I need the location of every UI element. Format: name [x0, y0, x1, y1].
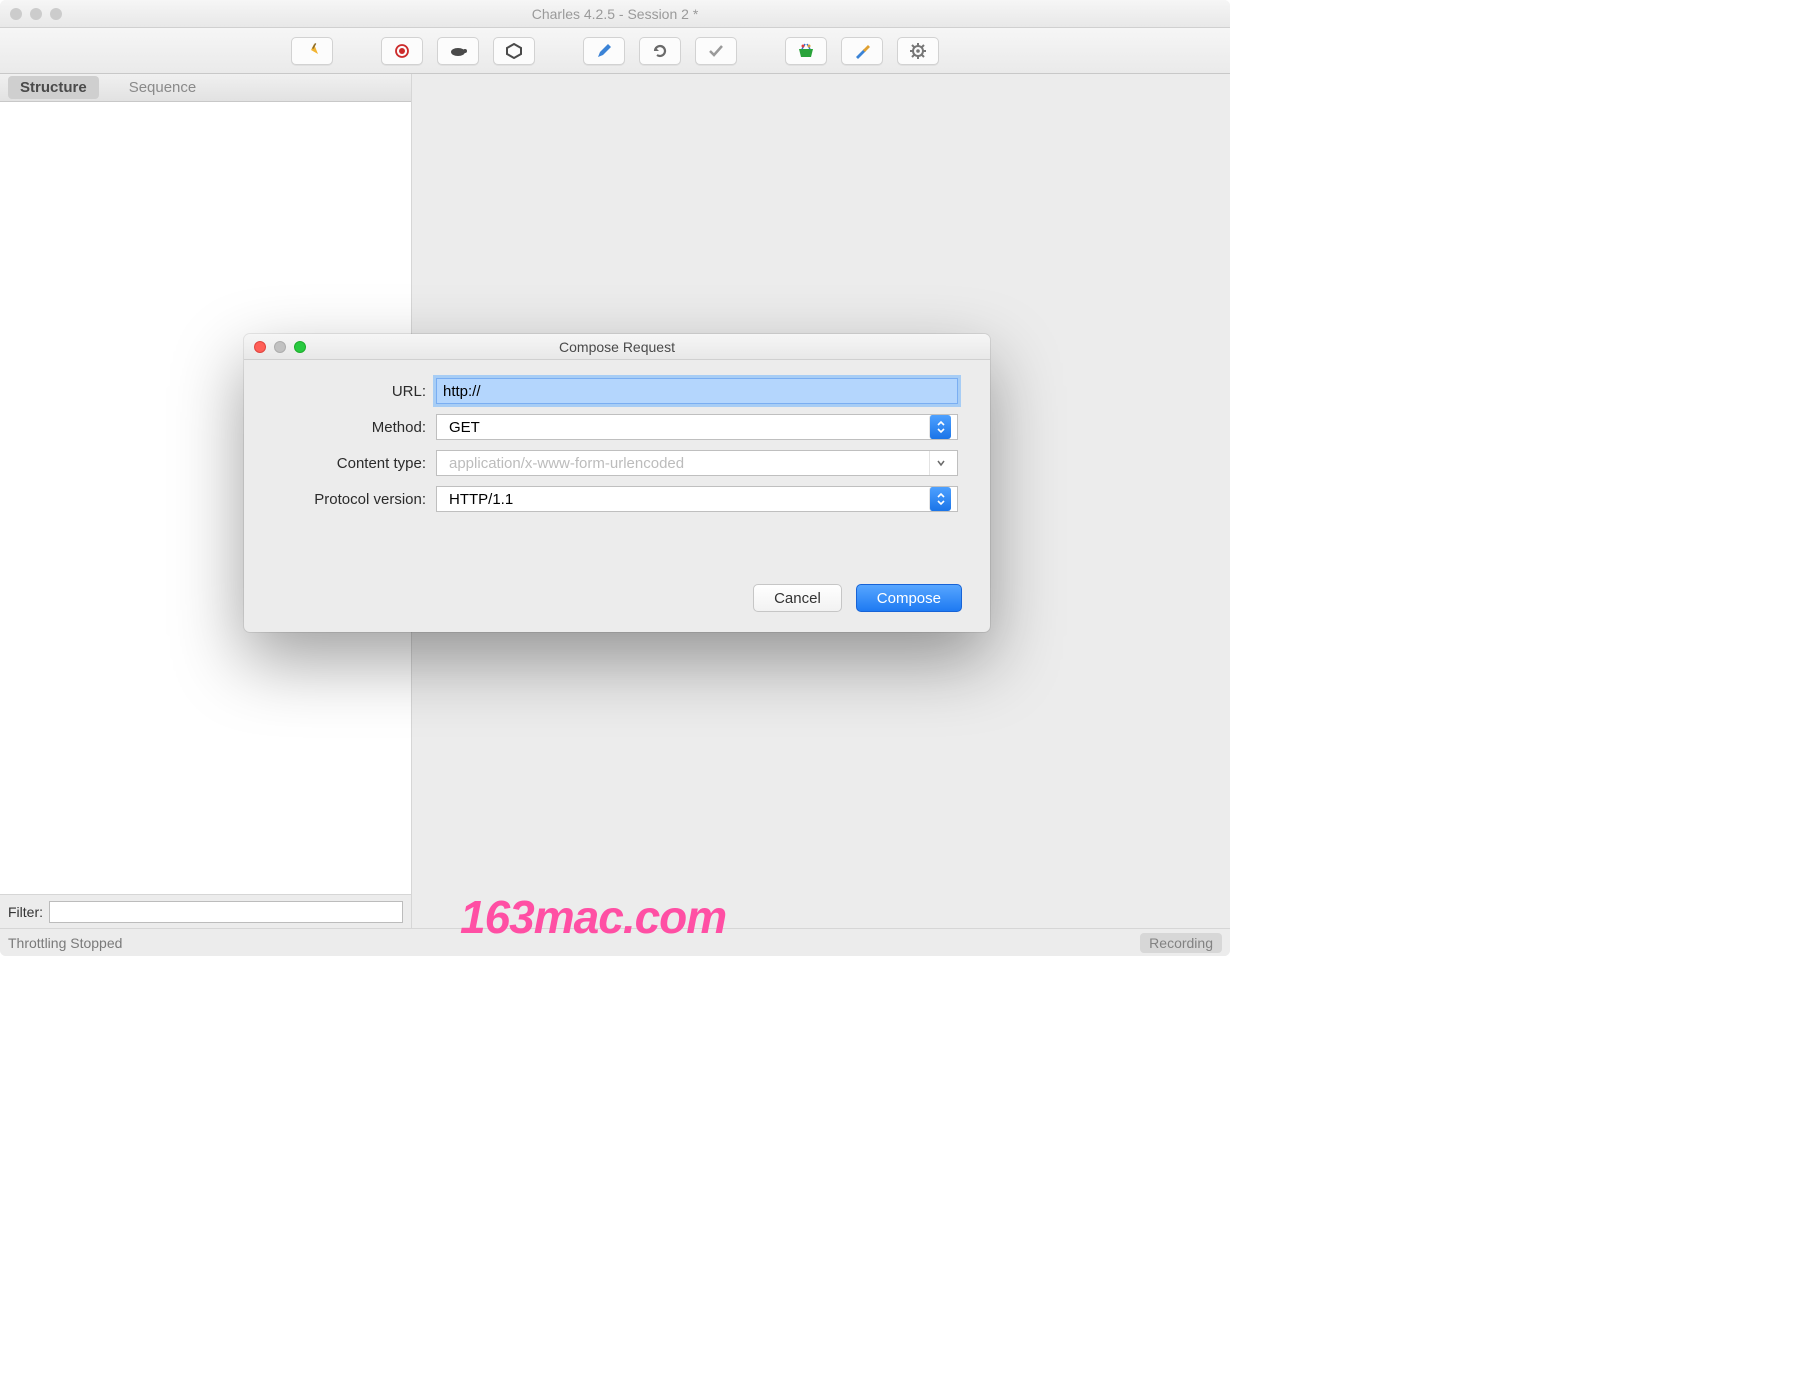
cancel-button[interactable]: Cancel — [753, 584, 842, 612]
broom-icon — [303, 42, 321, 60]
watermark: 163mac.com — [460, 890, 726, 944]
tools-icon — [854, 43, 870, 59]
toolbar-record-button[interactable] — [381, 37, 423, 65]
toolbar-validate-button[interactable] — [695, 37, 737, 65]
chevron-updown-icon — [929, 415, 951, 439]
toolbar-basket-button[interactable] — [785, 37, 827, 65]
tab-structure[interactable]: Structure — [8, 76, 99, 99]
basket-icon — [797, 43, 815, 59]
hexagon-icon — [506, 43, 522, 59]
label-protocol: Protocol version: — [276, 491, 426, 508]
toolbar-broom-button[interactable] — [291, 37, 333, 65]
chevron-updown-icon — [929, 487, 951, 511]
toolbar-tools-button[interactable] — [841, 37, 883, 65]
dialog-title: Compose Request — [254, 339, 980, 355]
reload-icon — [652, 43, 668, 59]
method-value: GET — [443, 419, 480, 436]
dialog-minimize-icon[interactable] — [274, 341, 286, 353]
main-titlebar: Charles 4.2.5 - Session 2 * — [0, 0, 1230, 28]
tab-sequence[interactable]: Sequence — [117, 76, 209, 99]
compose-button[interactable]: Compose — [856, 584, 962, 612]
toolbar-throttle-button[interactable] — [437, 37, 479, 65]
protocol-select[interactable]: HTTP/1.1 — [436, 486, 958, 512]
label-url: URL: — [276, 383, 426, 400]
window-close-icon[interactable] — [10, 8, 22, 20]
window-title: Charles 4.2.5 - Session 2 * — [10, 6, 1220, 22]
filter-label: Filter: — [8, 904, 43, 920]
dialog-zoom-icon[interactable] — [294, 341, 306, 353]
toolbar-repeat-button[interactable] — [639, 37, 681, 65]
window-zoom-icon[interactable] — [50, 8, 62, 20]
method-select[interactable]: GET — [436, 414, 958, 440]
content-type-placeholder: application/x-www-form-urlencoded — [443, 455, 684, 472]
toolbar — [0, 28, 1230, 74]
content-type-select[interactable]: application/x-www-form-urlencoded — [436, 450, 958, 476]
status-recording-badge: Recording — [1140, 933, 1222, 953]
url-input[interactable] — [436, 378, 958, 404]
record-icon — [393, 42, 411, 60]
toolbar-breakpoints-button[interactable] — [493, 37, 535, 65]
status-throttling: Throttling Stopped — [8, 935, 122, 951]
gear-icon — [910, 43, 926, 59]
compose-request-dialog: Compose Request URL: Method: GET Content… — [244, 334, 990, 632]
label-method: Method: — [276, 419, 426, 436]
session-tabbar: Structure Sequence — [0, 74, 411, 102]
protocol-value: HTTP/1.1 — [443, 491, 513, 508]
pencil-icon — [596, 43, 612, 59]
window-minimize-icon[interactable] — [30, 8, 42, 20]
toolbar-compose-button[interactable] — [583, 37, 625, 65]
dialog-close-icon[interactable] — [254, 341, 266, 353]
turtle-icon — [448, 44, 468, 58]
filter-input[interactable] — [49, 901, 403, 923]
toolbar-settings-button[interactable] — [897, 37, 939, 65]
label-content-type: Content type: — [276, 455, 426, 472]
chevron-down-icon — [929, 451, 951, 475]
filter-row: Filter: — [0, 894, 411, 928]
checkmark-icon — [707, 42, 725, 60]
